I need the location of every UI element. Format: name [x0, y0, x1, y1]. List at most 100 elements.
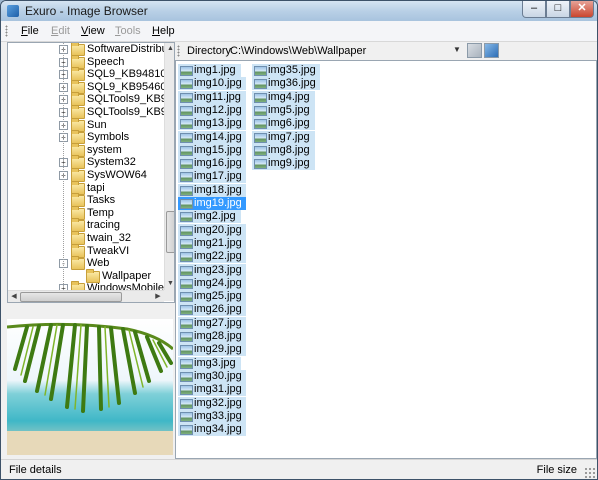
file-item[interactable]: img2.jpg	[178, 210, 241, 224]
file-item[interactable]: img12.jpg	[178, 103, 247, 117]
file-item[interactable]: img11.jpg	[178, 90, 247, 104]
file-list[interactable]: img1.jpg img10.jpg img11.jpg img12.jpg img13…	[175, 60, 597, 459]
file-item[interactable]: img8.jpg	[252, 143, 315, 157]
file-item[interactable]: img5.jpg	[252, 103, 315, 117]
file-item[interactable]: img35.jpg	[252, 64, 321, 77]
toolbar-grip-icon[interactable]	[177, 45, 180, 57]
file-item[interactable]: img27.jpg	[178, 316, 247, 330]
tree-item[interactable]: + Symbols	[8, 130, 164, 145]
file-item[interactable]: img36.jpg	[252, 77, 321, 91]
file-item[interactable]: img6.jpg	[252, 117, 315, 131]
tree-item[interactable]: Temp	[8, 205, 164, 220]
title-bar[interactable]: Exuro - Image Browser – □ ✕	[1, 1, 597, 21]
tree-item-label: System32	[87, 156, 136, 169]
folder-tree[interactable]: +SoftwareDistribution+Speech+SQL9_KB9481…	[7, 42, 175, 303]
directory-path-combobox[interactable]: C:\Windows\Web\Wallpaper	[230, 45, 366, 57]
tree-item[interactable]: +SoftwareDistribution	[8, 43, 174, 56]
file-item[interactable]: img7.jpg	[252, 130, 315, 144]
tree-item[interactable]: + System32	[8, 155, 164, 170]
tree-vertical-scrollbar[interactable]: ▲ ▼	[164, 43, 174, 290]
file-item[interactable]: img34.jpg	[178, 423, 247, 437]
file-name: img3.jpg	[194, 356, 236, 369]
minimize-button[interactable]: –	[522, 1, 546, 18]
file-item[interactable]: img16.jpg	[178, 157, 247, 171]
tree-item[interactable]: TweakVI	[8, 243, 164, 258]
scroll-up-icon[interactable]: ▲	[166, 44, 174, 54]
tree-item[interactable]: + Sun	[8, 117, 164, 132]
image-gray-icon[interactable]	[467, 43, 482, 58]
tree-item[interactable]: twain_32	[8, 231, 164, 245]
file-item[interactable]: img21.jpg	[178, 236, 247, 250]
menu-file[interactable]: File	[21, 25, 39, 37]
tree-item[interactable]: + SysWOW64	[8, 168, 164, 182]
file-item[interactable]: img9.jpg	[252, 157, 315, 171]
image-file-icon	[254, 132, 267, 143]
tree-horizontal-scrollbar[interactable]: ◀ ▶	[8, 290, 164, 302]
menu-view[interactable]: View	[81, 25, 105, 37]
file-item[interactable]: img26.jpg	[178, 303, 247, 317]
file-item[interactable]: img4.jpg	[252, 90, 315, 104]
file-item[interactable]: img10.jpg	[178, 77, 247, 91]
file-item[interactable]: img13.jpg	[178, 117, 247, 131]
file-item[interactable]: img30.jpg	[178, 369, 247, 383]
image-file-icon	[180, 345, 193, 356]
scroll-thumb[interactable]	[166, 211, 174, 253]
tree-item[interactable]: +SQL9_KB954606_E	[8, 79, 174, 94]
scroll-down-icon[interactable]: ▼	[166, 279, 174, 289]
dropdown-arrow-icon[interactable]: ▼	[453, 45, 461, 54]
tree-item[interactable]: Wallpaper	[8, 268, 164, 283]
maximize-button[interactable]: □	[546, 1, 570, 18]
image-file-icon	[254, 145, 267, 156]
file-name: img2.jpg	[194, 210, 236, 223]
tree-item[interactable]: + SQLTools9_KB948	[8, 92, 174, 107]
file-item[interactable]: img29.jpg	[178, 343, 247, 357]
menu-tools[interactable]: Tools	[115, 25, 141, 37]
tree-item[interactable]: + Speech	[8, 54, 164, 69]
menu-help[interactable]: Help	[152, 25, 175, 37]
file-item[interactable]: img15.jpg	[178, 143, 247, 157]
file-name: img28.jpg	[194, 330, 242, 342]
tree-item-label: SQL9_KB948109_E	[87, 68, 174, 81]
tree-item[interactable]: tapi	[8, 180, 164, 195]
tree-item[interactable]: tracing	[8, 218, 164, 233]
close-button[interactable]: ✕	[570, 1, 594, 18]
image-file-icon	[254, 92, 267, 103]
file-name: img32.jpg	[194, 396, 242, 409]
file-item[interactable]: img1.jpg	[178, 64, 241, 77]
file-item[interactable]: img14.jpg	[178, 130, 247, 144]
scroll-thumb[interactable]	[20, 292, 122, 302]
file-item[interactable]: img33.jpg	[178, 409, 247, 423]
file-item[interactable]: img18.jpg	[178, 183, 247, 197]
tree-item[interactable]: Tasks	[8, 193, 164, 208]
file-item[interactable]: img28.jpg	[178, 330, 247, 343]
menu-edit[interactable]: Edit	[51, 25, 70, 37]
image-file-icon	[180, 185, 193, 196]
resize-grip-icon[interactable]	[584, 467, 595, 478]
directory-toolbar: Directory C:\Windows\Web\Wallpaper ▼	[175, 42, 595, 60]
tree-item[interactable]: system	[8, 142, 164, 157]
file-item[interactable]: img32.jpg	[178, 396, 247, 410]
status-bar: File details File size	[1, 459, 597, 479]
tree-item[interactable]: + SQLTools9_KB954	[8, 105, 174, 119]
tree-item-label: tapi	[87, 181, 105, 194]
menu-label: ools	[120, 25, 141, 37]
file-item[interactable]: img3.jpg	[178, 356, 241, 370]
file-item[interactable]: img17.jpg	[178, 170, 247, 184]
menu-grip-icon[interactable]	[5, 25, 8, 37]
file-item[interactable]: img20.jpg	[178, 223, 247, 237]
file-item[interactable]: img24.jpg	[178, 276, 247, 290]
file-name: img29.jpg	[194, 343, 242, 356]
scroll-right-icon[interactable]: ▶	[153, 291, 163, 302]
image-blue-icon[interactable]	[484, 43, 499, 58]
tree-item[interactable]: +SQL9_KB948109_E	[8, 67, 174, 82]
file-item[interactable]: img22.jpg	[178, 250, 247, 264]
image-file-icon	[180, 371, 193, 382]
file-name: img27.jpg	[194, 316, 242, 329]
file-name: img24.jpg	[194, 276, 242, 289]
scroll-left-icon[interactable]: ◀	[9, 291, 19, 302]
file-item[interactable]: img25.jpg	[178, 290, 247, 304]
tree-item-label: SoftwareDistribution	[87, 43, 174, 55]
file-item[interactable]: img23.jpg	[178, 263, 247, 277]
file-item[interactable]: img31.jpg	[178, 383, 247, 397]
file-item[interactable]: img19.jpg	[178, 197, 247, 210]
